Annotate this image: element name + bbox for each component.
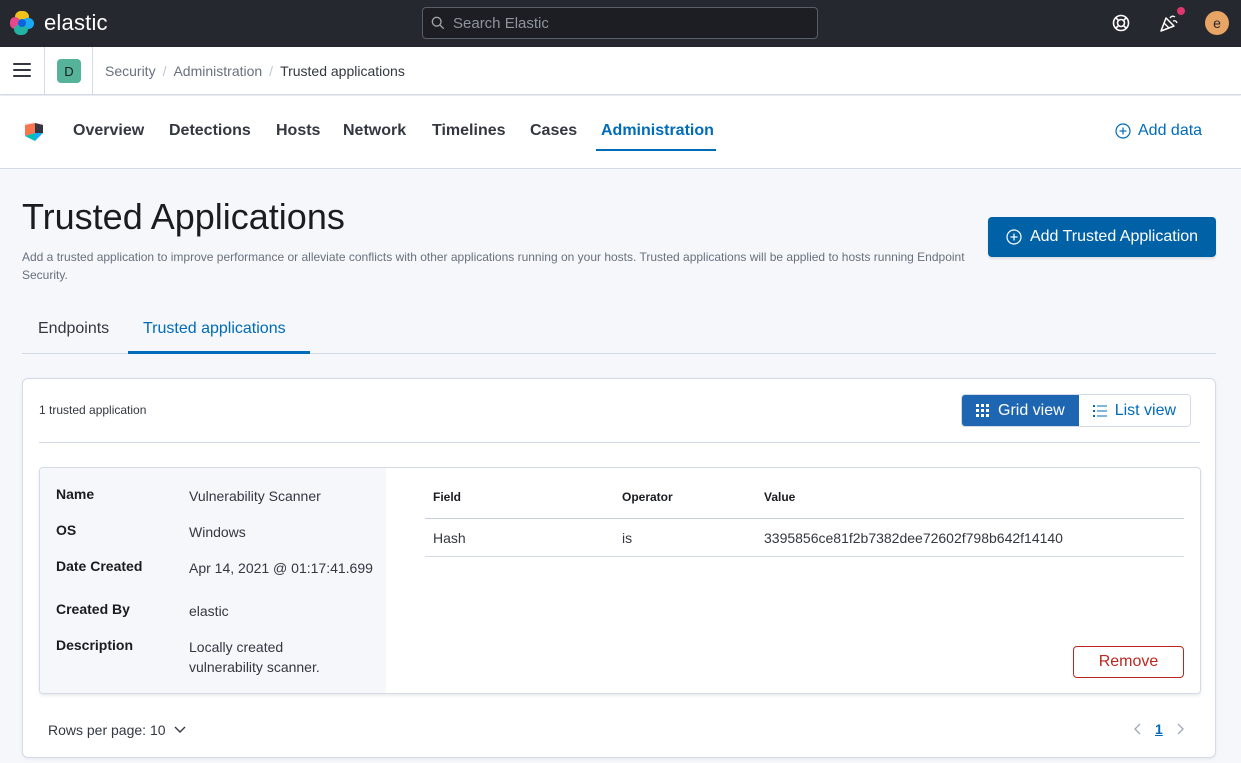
nav-tab-timelines[interactable]: Timelines [432,122,506,140]
add-data-link[interactable]: Add data [1115,122,1202,140]
grid-view-button[interactable]: Grid view [962,395,1079,426]
grid-icon [976,403,989,417]
search-input[interactable] [453,14,793,32]
search-icon [431,16,445,30]
detail-label: Name [56,486,95,502]
grid-view-label: Grid view [998,401,1065,419]
view-toggle: Grid view List view [961,394,1192,427]
remove-button[interactable]: Remove [1073,646,1184,678]
column-header-field: Field [433,490,462,504]
list-view-button[interactable]: List view [1078,395,1191,426]
breadcrumb-current: Trusted applications [280,63,405,79]
elastic-logo[interactable]: elastic [10,10,108,36]
result-count: 1 trusted application [39,403,147,417]
breadcrumb-security[interactable]: Security [105,63,156,79]
page-number[interactable]: 1 [1155,721,1163,737]
pagination: 1 [1133,721,1185,737]
help-icon[interactable] [1110,12,1132,34]
nav-tab-hosts[interactable]: Hosts [276,122,320,140]
space-selector[interactable]: D [57,59,81,83]
divider [44,47,45,95]
add-data-label: Add data [1138,122,1203,139]
detail-value: Vulnerability Scanner [189,488,321,504]
global-search[interactable] [422,7,818,39]
detail-value: Apr 14, 2021 @ 01:17:41.699 [189,560,373,576]
security-app-icon [25,123,43,141]
detail-label: Created By [56,601,130,617]
detail-value: elastic [189,603,229,619]
breadcrumb: Security / Administration / Trusted appl… [105,63,405,79]
table-row-divider [425,556,1184,557]
breadcrumb-administration[interactable]: Administration [173,63,262,79]
nav-tab-administration[interactable]: Administration [601,122,714,140]
page-title: Trusted Applications [22,196,345,237]
divider [92,47,93,95]
chevron-left-icon[interactable] [1133,723,1141,735]
nav-tab-cases[interactable]: Cases [530,122,577,140]
tab-endpoints[interactable]: Endpoints [38,320,109,338]
breadcrumb-separator: / [269,63,274,79]
detail-label: Description [56,637,134,653]
notification-dot [1177,7,1185,15]
nav-tab-detections[interactable]: Detections [169,122,251,140]
condition-field: Hash [433,530,466,546]
detail-value: Locally created vulnerability scanner. [189,639,320,675]
detail-label: OS [56,522,77,538]
security-nav: Overview Detections Hosts Network Timeli… [0,96,1241,169]
rows-per-page-selector[interactable]: Rows per page: 10 [48,722,186,738]
condition-operator: is [622,530,633,546]
plus-circle-icon [1115,123,1131,139]
trusted-app-card: Name Vulnerability Scanner OS Windows Da… [39,467,1201,694]
divider [39,442,1200,443]
active-tab-indicator [596,149,716,151]
news-feed-icon[interactable] [1158,12,1180,34]
rows-per-page-label: Rows per page: 10 [48,722,166,738]
global-header: elastic e [0,0,1241,47]
add-trusted-application-label: Add Trusted Application [1029,228,1199,245]
breadcrumb-bar: D Security / Administration / Trusted ap… [0,47,1241,95]
list-icon [1092,404,1107,417]
page-description: Add a trusted application to improve per… [22,250,965,282]
card-details: Name Vulnerability Scanner OS Windows Da… [40,468,386,693]
plus-circle-icon [1006,229,1022,245]
detail-label: Date Created [56,558,143,574]
menu-toggle-icon[interactable] [13,63,31,77]
elastic-logo-icon [10,11,34,35]
brand-name: elastic [44,10,108,35]
active-tab-indicator [128,351,310,354]
breadcrumb-separator: / [162,63,167,79]
chevron-right-icon[interactable] [1177,723,1185,735]
detail-value: Windows [189,524,246,540]
user-avatar[interactable]: e [1205,11,1229,35]
nav-tab-network[interactable]: Network [343,122,406,140]
condition-value: 3395856ce81f2b7382dee72602f798b642f14140 [764,530,1063,546]
nav-tab-overview[interactable]: Overview [73,122,144,140]
add-trusted-application-button[interactable]: Add Trusted Application [988,217,1216,257]
table-header-divider [425,518,1184,519]
tab-trusted-applications[interactable]: Trusted applications [143,320,286,338]
column-header-value: Value [764,490,796,504]
column-header-operator: Operator [622,490,673,504]
chevron-down-icon [174,726,186,733]
list-view-label: List view [1114,401,1177,419]
trusted-apps-panel: 1 trusted application Grid view List vie… [22,378,1216,758]
